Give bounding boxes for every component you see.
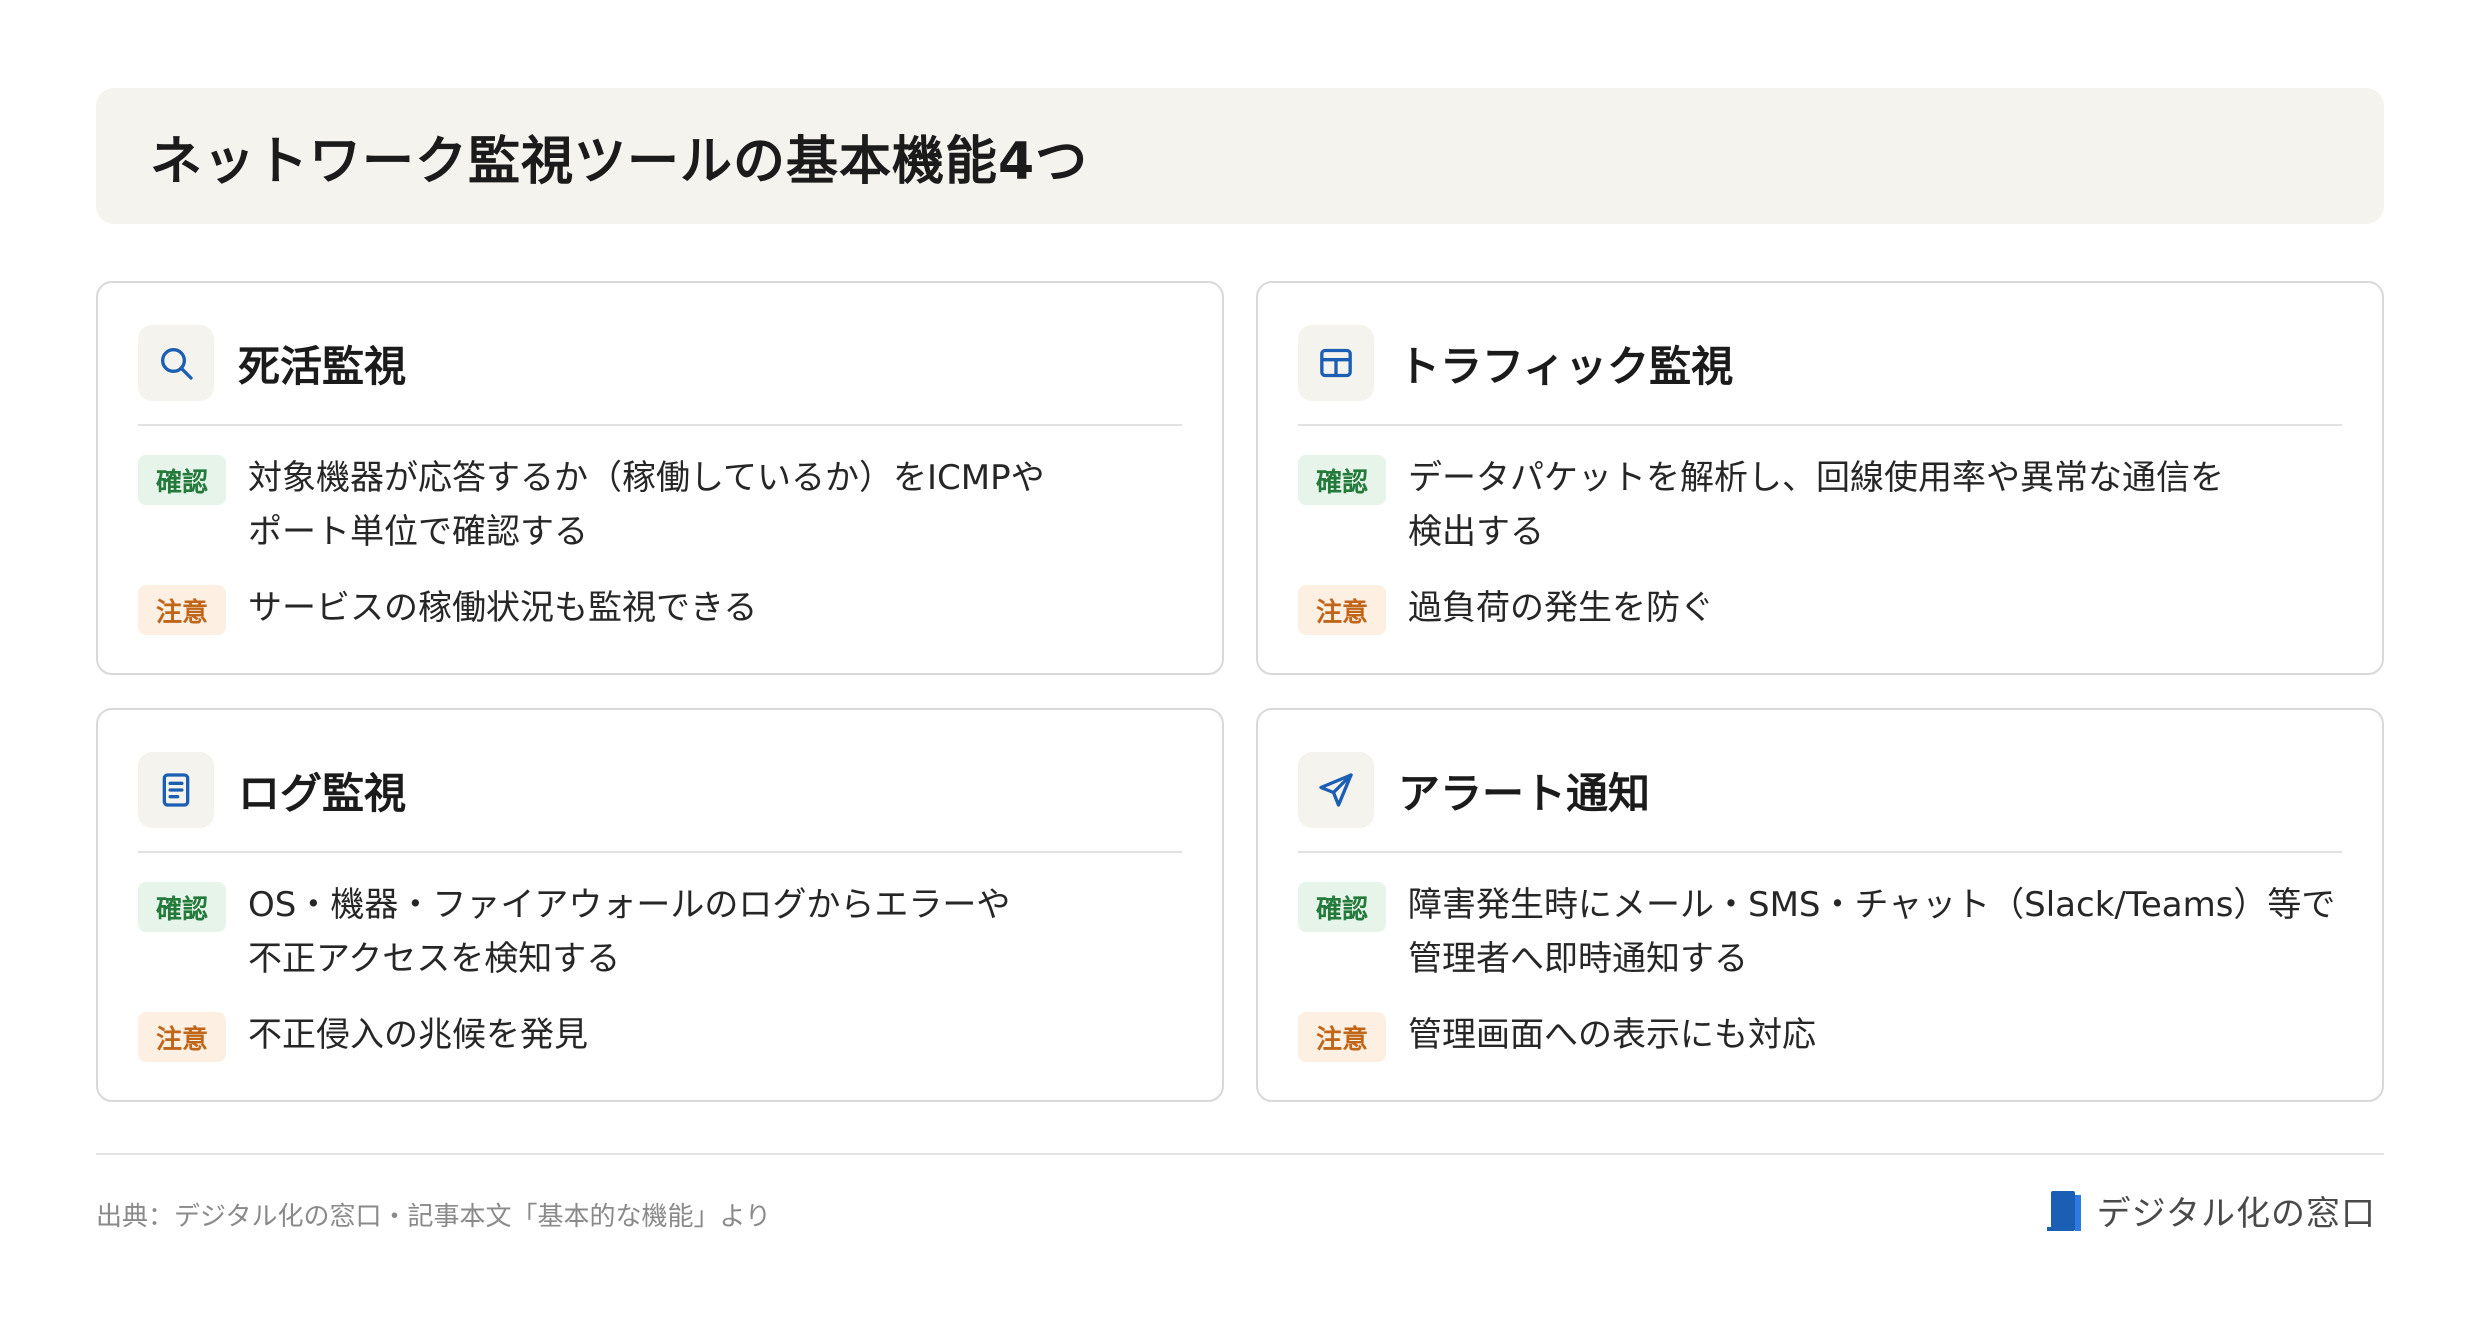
confirm-row: 確認 障害発生時にメール・SMS・チャット（Slack/Teams）等で 管理者…: [1298, 878, 2352, 986]
source-note: 出典：デジタル化の窓口・記事本文「基本的な機能」より: [96, 1202, 771, 1232]
note-text: 過負荷の発生を防ぐ: [1408, 588, 1714, 628]
footer-divider: [96, 1153, 2384, 1155]
send-icon: [1319, 773, 1353, 807]
note-text: 管理画面への表示にも対応: [1408, 1015, 1816, 1055]
confirm-row: 確認 データパケットを解析し、回線使用率や異常な通信を 検出する: [1298, 451, 2352, 559]
icon-box: [1298, 325, 1374, 401]
feature-card-alert-notification: アラート通知 確認 障害発生時にメール・SMS・チャット（Slack/Teams…: [1256, 708, 2384, 1102]
confirm-text: 障害発生時にメール・SMS・チャット（Slack/Teams）等で 管理者へ即時…: [1408, 885, 2336, 979]
confirm-badge: 確認: [138, 455, 226, 505]
page-title: ネットワーク監視ツールの基本機能4つ: [150, 131, 1089, 192]
confirm-badge: 確認: [138, 882, 226, 932]
confirm-text: データパケットを解析し、回線使用率や異常な通信を 検出する: [1408, 458, 2224, 552]
icon-box: [138, 325, 214, 401]
note-text: サービスの稼働状況も監視できる: [248, 588, 758, 628]
note-badge: 注意: [138, 585, 226, 635]
document-icon: [162, 773, 190, 807]
card-header: ログ監視: [138, 752, 406, 828]
confirm-badge: 確認: [1298, 882, 1386, 932]
icon-box: [1298, 752, 1374, 828]
confirm-text: OS・機器・ファイアウォールのログからエラーや 不正アクセスを検知する: [248, 885, 1011, 979]
card-divider: [138, 424, 1182, 426]
brand-name: デジタル化の窓口: [2096, 1194, 2376, 1234]
layout-grid-icon: [1320, 348, 1352, 378]
title-banner: ネットワーク監視ツールの基本機能4つ: [96, 88, 2384, 224]
search-icon: [161, 348, 193, 380]
confirm-row: 確認 対象機器が応答するか（稼働しているか）をICMPや ポート単位で確認する: [138, 451, 1192, 559]
confirm-badge: 確認: [1298, 455, 1386, 505]
note-text: 不正侵入の兆候を発見: [248, 1015, 588, 1055]
card-header: アラート通知: [1298, 752, 1650, 828]
note-badge: 注意: [1298, 585, 1386, 635]
card-divider: [138, 851, 1182, 853]
note-row: 注意 過負荷の発生を防ぐ: [1298, 581, 2352, 635]
card-title: 死活監視: [238, 341, 407, 391]
card-divider: [1298, 851, 2342, 853]
card-title: トラフィック監視: [1398, 341, 1734, 391]
icon-box: [138, 752, 214, 828]
brand-door-icon: [2046, 1190, 2081, 1231]
card-title: ログ監視: [238, 768, 407, 818]
note-row: 注意 サービスの稼働状況も監視できる: [138, 581, 1192, 635]
brand-logo: デジタル化の窓口: [2046, 1186, 2376, 1235]
card-header: トラフィック監視: [1298, 325, 1733, 401]
feature-card-traffic-monitoring: トラフィック監視 確認 データパケットを解析し、回線使用率や異常な通信を 検出す…: [1256, 281, 2384, 675]
feature-card-alive-monitoring: 死活監視 確認 対象機器が応答するか（稼働しているか）をICMPや ポート単位で…: [96, 281, 1224, 675]
card-divider: [1298, 424, 2342, 426]
feature-card-log-monitoring: ログ監視 確認 OS・機器・ファイアウォールのログからエラーや 不正アクセスを検…: [96, 708, 1224, 1102]
note-row: 注意 不正侵入の兆候を発見: [138, 1008, 1192, 1062]
confirm-row: 確認 OS・機器・ファイアウォールのログからエラーや 不正アクセスを検知する: [138, 878, 1192, 986]
note-badge: 注意: [1298, 1012, 1386, 1062]
note-row: 注意 管理画面への表示にも対応: [1298, 1008, 2352, 1062]
confirm-text: 対象機器が応答するか（稼働しているか）をICMPや ポート単位で確認する: [248, 458, 1045, 552]
card-title: アラート通知: [1398, 768, 1651, 818]
card-header: 死活監視: [138, 325, 406, 401]
note-badge: 注意: [138, 1012, 226, 1062]
